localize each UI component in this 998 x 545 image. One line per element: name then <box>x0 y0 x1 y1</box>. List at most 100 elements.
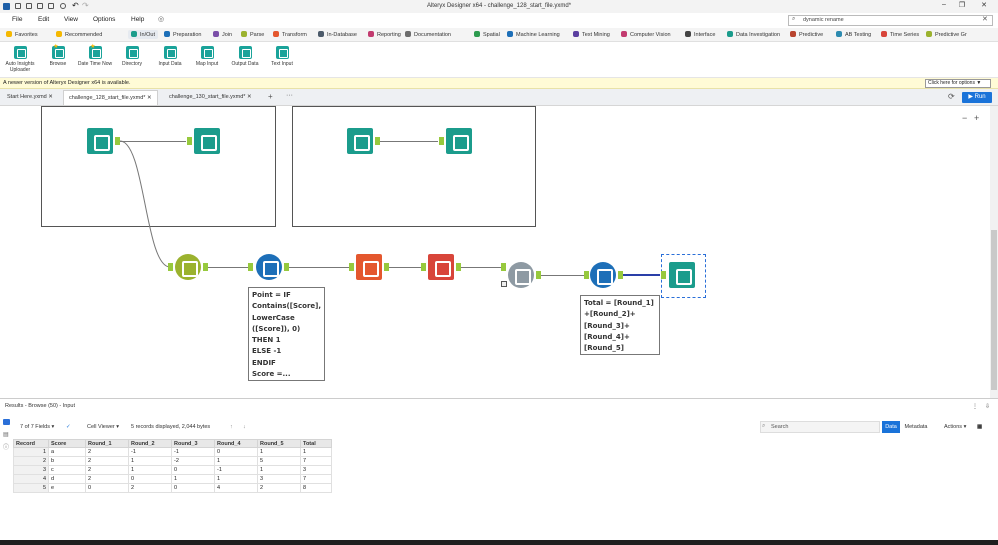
input-data-tool-1[interactable] <box>87 128 113 154</box>
table-cell[interactable]: 1 <box>214 456 258 466</box>
metadata-toggle-button[interactable]: Metadata <box>902 421 930 433</box>
tab-parse[interactable]: Parse <box>241 31 264 38</box>
tool-browse[interactable]: ★ Browse <box>39 44 77 67</box>
input-anchor[interactable] <box>187 137 192 145</box>
column-header[interactable]: Round_4 <box>214 439 258 448</box>
input-anchor[interactable] <box>421 263 426 271</box>
actions-menu-button[interactable]: Actions ▾ <box>944 424 966 430</box>
table-row[interactable]: 3 c 2 1 0 -1 1 3 <box>13 465 332 475</box>
tab-predictive[interactable]: Predictive <box>790 31 823 38</box>
table-cell[interactable]: b <box>48 456 86 466</box>
tab-predictive-gr[interactable]: Predictive Gr <box>926 31 967 38</box>
search-input[interactable]: dynamic rename <box>788 15 993 26</box>
table-cell[interactable]: 0 <box>85 483 129 493</box>
table-cell[interactable]: 1 <box>214 474 258 484</box>
tab-join[interactable]: Join <box>213 31 232 38</box>
browse-tool-2[interactable] <box>446 128 472 154</box>
tool-map-input[interactable]: Map Input <box>188 46 226 67</box>
table-cell[interactable]: 2 <box>85 474 129 484</box>
tool-input-data[interactable]: Input Data <box>151 46 189 67</box>
info-icon[interactable]: ⓘ <box>3 442 9 451</box>
tab-documentation[interactable]: Documentation <box>405 31 451 38</box>
input-anchor-secondary[interactable] <box>501 281 507 287</box>
record-number[interactable]: 3 <box>13 465 49 475</box>
tab-favorites[interactable]: Favorites <box>6 31 38 38</box>
doc-tab-challenge-130[interactable]: challenge_130_start_file.yxmd* ✕ <box>164 90 257 105</box>
canvas-scrollbar-thumb[interactable] <box>991 230 997 390</box>
results-search-input[interactable]: Search <box>760 421 880 433</box>
update-options-button[interactable]: Click here for options ▼ <box>925 78 991 88</box>
close-button[interactable]: ✕ <box>975 1 993 12</box>
zoom-out-icon[interactable]: − <box>962 113 967 123</box>
table-cell[interactable]: -1 <box>128 447 172 457</box>
summarize-tool[interactable] <box>356 254 382 280</box>
input-data-tool-2[interactable] <box>347 128 373 154</box>
tab-in-database[interactable]: In-Database <box>318 31 357 38</box>
tab-ab-testing[interactable]: AB Testing <box>836 31 871 38</box>
table-cell[interactable]: 0 <box>214 447 258 457</box>
record-number[interactable]: 5 <box>13 483 49 493</box>
record-number[interactable]: 2 <box>13 456 49 466</box>
column-header[interactable]: Record <box>13 439 49 448</box>
data-toggle-button[interactable]: Data <box>882 421 900 433</box>
table-cell[interactable]: d <box>48 474 86 484</box>
more-tabs-icon[interactable]: ··· <box>286 92 293 99</box>
menu-edit[interactable]: Edit <box>38 16 49 23</box>
table-cell[interactable]: 2 <box>85 447 129 457</box>
tab-interface[interactable]: Interface <box>685 31 715 38</box>
browse-tool-1[interactable] <box>194 128 220 154</box>
formula-tool-1[interactable] <box>256 254 282 280</box>
sort-down-icon[interactable]: ↓ <box>243 424 246 430</box>
table-cell[interactable]: 1 <box>257 447 301 457</box>
formula-tool-2[interactable] <box>590 262 616 288</box>
run-button[interactable]: ▶ Run <box>962 92 992 103</box>
zoom-in-icon[interactable]: + <box>974 113 979 123</box>
column-header[interactable]: Score <box>48 439 86 448</box>
table-cell[interactable]: e <box>48 483 86 493</box>
table-cell[interactable]: 7 <box>300 474 332 484</box>
menu-view[interactable]: View <box>64 16 78 23</box>
doc-tab-challenge-128[interactable]: challenge_128_start_file.yxmd* ✕ <box>63 90 158 105</box>
table-cell[interactable]: 2 <box>257 483 301 493</box>
input-anchor[interactable] <box>248 263 253 271</box>
table-cell[interactable]: 1 <box>171 474 215 484</box>
record-number[interactable]: 1 <box>13 447 49 457</box>
table-cell[interactable]: 1 <box>128 456 172 466</box>
tab-spatial[interactable]: Spatial <box>474 31 500 38</box>
table-cell[interactable]: 2 <box>85 465 129 475</box>
regex-tool[interactable] <box>175 254 201 280</box>
column-header[interactable]: Round_3 <box>171 439 215 448</box>
table-cell[interactable]: 2 <box>128 483 172 493</box>
apply-check-icon[interactable]: ✓ <box>66 424 71 430</box>
tab-preparation[interactable]: Preparation <box>164 31 201 38</box>
sort-up-icon[interactable]: ↑ <box>230 424 233 430</box>
table-cell[interactable]: 0 <box>171 465 215 475</box>
doc-tab-start-here[interactable]: Start Here.yxmd ✕ <box>2 90 58 105</box>
cross-tab-tool[interactable] <box>428 254 454 280</box>
input-anchor[interactable] <box>168 263 173 271</box>
tool-directory[interactable]: Directory <box>113 46 151 67</box>
table-cell[interactable]: 3 <box>257 474 301 484</box>
input-anchor[interactable] <box>439 137 444 145</box>
tab-in-out[interactable]: In/Out <box>128 30 158 39</box>
column-header[interactable]: Round_5 <box>257 439 301 448</box>
tab-reporting[interactable]: Reporting <box>368 31 401 38</box>
table-row[interactable]: 1 a 2 -1 -1 0 1 1 <box>13 447 332 457</box>
input-anchor[interactable] <box>584 271 589 279</box>
tab-machine-learning[interactable]: Machine Learning <box>507 31 560 38</box>
column-header[interactable]: Total <box>300 439 332 448</box>
pin-icon[interactable]: ⇩ <box>985 403 990 410</box>
table-row[interactable]: 5e020428 <box>13 483 332 493</box>
cell-viewer-selector[interactable]: Cell Viewer ▾ <box>87 424 119 430</box>
refresh-icon[interactable]: ⟳ <box>948 92 955 101</box>
menu-help[interactable]: Help <box>131 16 144 23</box>
input-anchor[interactable] <box>501 263 506 271</box>
tool-container-2[interactable] <box>292 106 536 227</box>
table-cell[interactable]: 7 <box>300 456 332 466</box>
table-cell[interactable]: -1 <box>214 465 258 475</box>
menu-options[interactable]: Options <box>93 16 115 23</box>
minimize-button[interactable]: – <box>935 1 953 12</box>
menu-file[interactable]: File <box>12 16 22 23</box>
tool-date-time-now[interactable]: ★ Date Time Now <box>76 44 114 67</box>
table-cell[interactable]: 4 <box>214 483 258 493</box>
